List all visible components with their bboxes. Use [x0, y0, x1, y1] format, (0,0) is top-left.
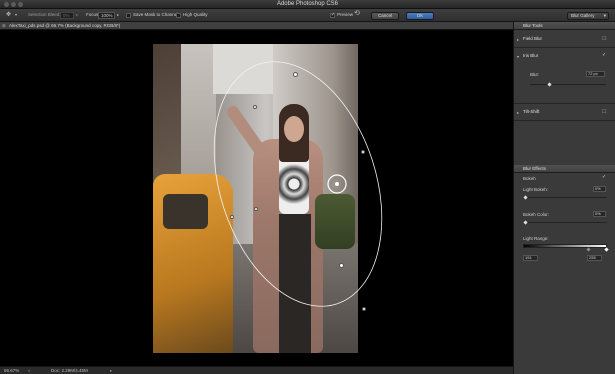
info-icon[interactable]: ◐: [28, 368, 31, 373]
iris-inner-handle-bottom[interactable]: [254, 207, 258, 211]
tilt-shift-toggle-icon[interactable]: ☐: [602, 109, 606, 115]
blur-amount-input[interactable]: 72 px: [586, 71, 605, 77]
preview-checkbox[interactable]: [330, 12, 335, 18]
blur-amount-label: Blur:: [530, 72, 540, 77]
blur-effects-header-label: Blur Effects: [523, 166, 546, 171]
ok-button[interactable]: OK: [406, 11, 434, 20]
save-mask-checkbox[interactable]: [126, 12, 131, 18]
chevron-down-icon: ▾: [603, 12, 606, 18]
selection-bleed-stepper-icon[interactable]: ▸: [76, 12, 78, 18]
iris-roundness-handle[interactable]: [361, 150, 365, 154]
iris-blur-overlay[interactable]: [0, 30, 513, 366]
collapse-triangle-icon[interactable]: ▾: [517, 54, 519, 59]
canvas-area[interactable]: [0, 30, 513, 366]
iris-inner-handle-top[interactable]: [253, 105, 257, 109]
reset-icon[interactable]: ⟲: [354, 10, 360, 17]
blur-panel: Blur Tools ▸ Field Blur ☐ ▾ Iris Blur ✓ …: [513, 22, 615, 374]
bokeh-label: Bokeh: [523, 176, 536, 181]
document-tab-label: AlexTaxi_pds.psd @ 66.7% (Background cop…: [9, 23, 121, 28]
blur-effects-header[interactable]: Blur Effects: [514, 165, 615, 173]
field-blur-section[interactable]: ▸ Field Blur ☐: [514, 31, 615, 48]
document-size: Doc: 2.29M/4.45M: [51, 368, 88, 373]
move-tool-icon[interactable]: ✥: [6, 12, 11, 18]
status-menu-icon[interactable]: ▸: [110, 368, 112, 374]
light-range-high-input[interactable]: 255: [587, 255, 602, 261]
iris-feather-handle-top[interactable]: [293, 72, 298, 77]
light-range-low-handle[interactable]: [586, 247, 591, 252]
checkmark-icon[interactable]: ✓: [602, 52, 606, 58]
blur-tools-header[interactable]: Blur Tools: [514, 22, 615, 30]
options-bar: ✥ ▾ Selection Bleed: 0% ▸ Focus: 100% ▸ …: [0, 9, 615, 22]
high-quality-checkbox[interactable]: [176, 12, 181, 18]
high-quality-label: High Quality: [183, 12, 208, 17]
workspace-select[interactable]: Blur Gallery ▾: [567, 11, 609, 20]
save-mask-label: Save Mask to Channels: [133, 12, 181, 17]
field-blur-label: Field Blur: [523, 36, 543, 41]
blur-amount-slider-handle[interactable]: [546, 82, 552, 87]
cancel-button[interactable]: Cancel: [371, 11, 399, 20]
bokeh-color-slider[interactable]: [523, 222, 607, 223]
iris-blur-section[interactable]: ▾ Iris Blur ✓ Blur: 72 px: [514, 48, 615, 104]
close-tab-icon[interactable]: ⊗: [2, 23, 6, 29]
zoom-level[interactable]: 66.67%: [4, 368, 19, 373]
light-range-low-input[interactable]: 191: [523, 255, 538, 261]
chevron-down-icon[interactable]: ▾: [15, 12, 17, 18]
iris-feather-handle-bottom[interactable]: [339, 263, 344, 268]
checkmark-icon[interactable]: ✓: [602, 174, 606, 180]
iris-ellipse-handle-left[interactable]: [230, 215, 234, 219]
light-range-high-handle[interactable]: [604, 247, 609, 252]
light-range-gradient[interactable]: [523, 244, 607, 248]
focus-input[interactable]: 100%: [98, 12, 115, 19]
light-bokeh-slider-handle[interactable]: [523, 195, 528, 200]
preview-label: Preview: [337, 12, 354, 17]
selection-bleed-label: Selection Bleed:: [28, 12, 61, 17]
light-range-label: Light Range:: [523, 236, 549, 241]
window-title: Adobe Photoshop CS6: [276, 1, 339, 7]
bokeh-color-label: Bokeh Color:: [523, 212, 550, 217]
focus-stepper-icon[interactable]: ▸: [117, 12, 119, 18]
blur-amount-ring[interactable]: [326, 173, 348, 195]
iris-blur-label: Iris Blur: [523, 53, 539, 58]
document-tab[interactable]: ⊗ AlexTaxi_pds.psd @ 66.7% (Background c…: [0, 22, 513, 30]
iris-blur-ellipse[interactable]: [185, 40, 411, 328]
light-bokeh-input[interactable]: 0%: [593, 186, 606, 192]
tilt-shift-label: Tilt-Shift: [523, 109, 540, 114]
blur-amount-slider[interactable]: [530, 84, 606, 85]
light-bokeh-label: Light Bokeh:: [523, 187, 549, 192]
workspace-select-value: Blur Gallery: [571, 12, 595, 18]
expand-triangle-icon[interactable]: ▸: [517, 37, 519, 42]
bokeh-color-slider-handle[interactable]: [523, 220, 528, 225]
light-bokeh-slider[interactable]: [523, 197, 607, 198]
blur-tools-header-label: Blur Tools: [523, 23, 543, 28]
status-bar: 66.67% ◐ Doc: 2.29M/4.45M ▸: [0, 366, 513, 374]
expand-triangle-icon[interactable]: ▸: [517, 110, 519, 115]
tilt-shift-section[interactable]: ▸ Tilt-Shift ☐: [514, 104, 615, 121]
iris-ellipse-handle-bottom[interactable]: [362, 307, 366, 311]
selection-bleed-input[interactable]: 0%: [60, 12, 74, 19]
bokeh-color-input[interactable]: 0%: [593, 211, 606, 217]
field-blur-toggle-icon[interactable]: ☐: [602, 36, 606, 42]
window-titlebar: Adobe Photoshop CS6: [0, 0, 615, 9]
